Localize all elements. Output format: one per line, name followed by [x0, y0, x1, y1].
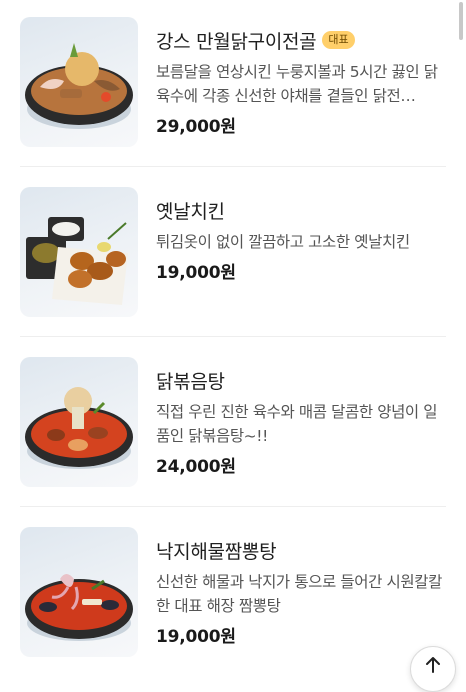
scroll-to-top-button[interactable]: [410, 646, 456, 692]
menu-item-description: 보름달을 연상시킨 누룽지볼과 5시간 끓인 닭육수에 각종 신선한 야채를 곁…: [156, 63, 438, 105]
divider: [20, 506, 446, 507]
menu-item-price: 24,000원: [156, 457, 236, 477]
menu-item[interactable]: 옛날치킨 튀김옷이 없이 깔끔하고 고소한 옛날치킨 19,000원: [0, 170, 466, 317]
signature-badge: 대표: [322, 31, 355, 49]
menu-item-description: 직접 우린 진한 육수와 매콤 달콤한 양념이 일품인 닭볶음탕~!!: [156, 403, 438, 445]
fried-chicken-image: [20, 187, 138, 317]
arrow-up-icon: [426, 657, 440, 673]
scrollbar[interactable]: [459, 2, 463, 40]
hotpot-image: [20, 17, 138, 147]
divider: [20, 336, 446, 337]
menu-item-name: 옛날치킨: [156, 200, 225, 223]
divider: [20, 166, 446, 167]
seafood-stew-image: [20, 527, 138, 657]
menu-item[interactable]: 낙지해물짬뽕탕 신선한 해물과 낙지가 통으로 들어간 시원칼칼한 대표 해장 …: [0, 510, 466, 657]
menu-item-name: 닭볶음탕: [156, 370, 225, 393]
menu-item-price: 19,000원: [156, 627, 236, 647]
menu-item[interactable]: 강스 만월닭구이전골 대표 보름달을 연상시킨 누룽지볼과 5시간 끓인 닭육수…: [0, 0, 466, 147]
spicy-stew-image: [20, 357, 138, 487]
menu-item-description: 신선한 해물과 낙지가 통으로 들어간 시원칼칼한 대표 해장 짬뽕탕: [156, 573, 442, 615]
menu-item-name: 강스 만월닭구이전골: [156, 30, 317, 53]
menu-item-name: 낙지해물짬뽕탕: [156, 540, 277, 563]
menu-item-price: 29,000원: [156, 117, 236, 137]
menu-item[interactable]: 닭볶음탕 직접 우린 진한 육수와 매콤 달콤한 양념이 일품인 닭볶음탕~!!…: [0, 340, 466, 487]
menu-item-description: 튀김옷이 없이 깔끔하고 고소한 옛날치킨: [156, 233, 410, 251]
menu-item-price: 19,000원: [156, 263, 236, 283]
